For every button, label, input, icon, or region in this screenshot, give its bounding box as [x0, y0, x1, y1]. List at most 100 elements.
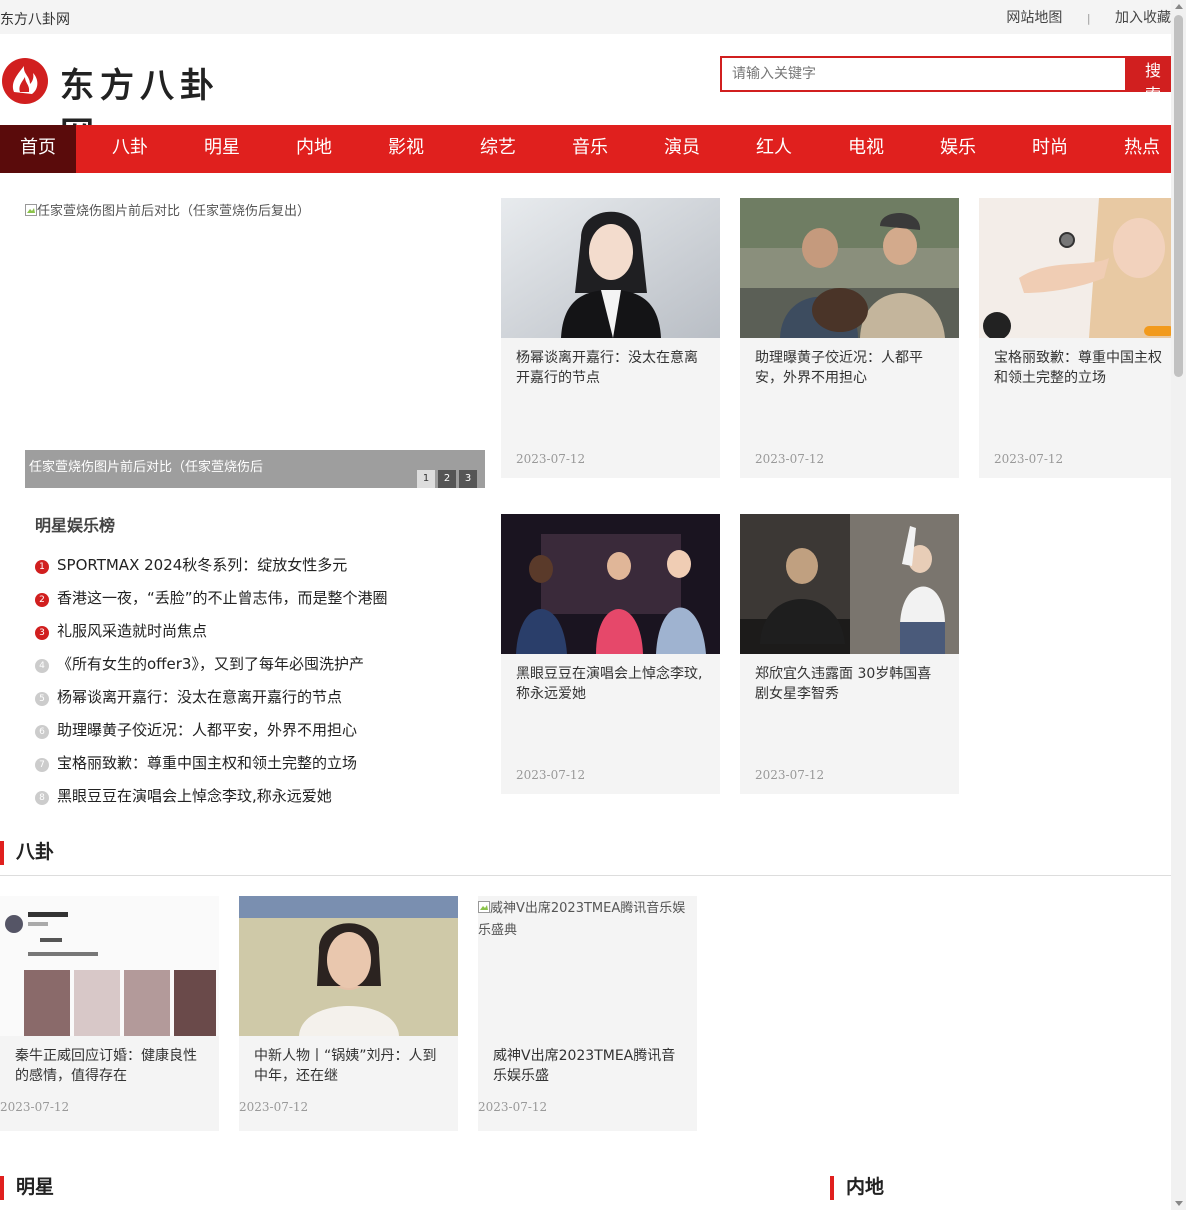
ranking-item-title[interactable]: SPORTMAX 2024秋冬系列：绽放女性多元 — [57, 556, 347, 574]
ranking-item[interactable]: 4 《所有女生的offer3》，又到了每年必囤洗护产 — [35, 653, 490, 686]
ranking-item[interactable]: 7 宝格丽致歉：尊重中国主权和领土完整的立场 — [35, 752, 490, 785]
ranking-item-title[interactable]: 礼服风采造就时尚焦点 — [57, 622, 207, 640]
sitemap-link[interactable]: 网站地图 — [1006, 10, 1062, 26]
search-box: 搜 索 — [720, 56, 1186, 104]
card-title[interactable]: 中新人物丨“锅姨”刘丹：人到中年，还在继 — [254, 1046, 444, 1086]
scroll-down-arrow-icon[interactable] — [1175, 1201, 1183, 1206]
nav-item[interactable]: 娱乐 — [920, 125, 996, 173]
section-title-gossip[interactable]: 八卦 — [0, 841, 54, 865]
card-image — [740, 198, 959, 338]
scroll-up-arrow-icon[interactable] — [1175, 4, 1183, 9]
card-image — [979, 198, 1171, 338]
ranking-item[interactable]: 8 黑眼豆豆在演唱会上悼念李玟,称永远爱她 — [35, 785, 490, 818]
rank-number-badge: 8 — [35, 791, 49, 805]
card-title[interactable]: 秦牛正威回应订婚：健康良性的感情，值得存在 — [15, 1046, 205, 1086]
top-bar: 东方八卦网 网站地图 | 加入收藏 — [0, 0, 1171, 34]
news-card[interactable]: 郑欣宜久违露面 30岁韩国喜剧女星李智秀 2023-07-12 — [740, 514, 959, 794]
nav-item[interactable]: 明星 — [184, 125, 260, 173]
card-title[interactable]: 杨幂谈离开嘉行：没太在意离开嘉行的节点 — [516, 348, 706, 388]
ranking-item[interactable]: 2 香港这一夜，“丢脸”的不止曾志伟，而是整个港圈 — [35, 587, 490, 620]
card-image — [501, 198, 720, 338]
nav-item[interactable]: 红人 — [736, 125, 812, 173]
card-image — [740, 514, 959, 654]
rank-number-badge: 1 — [35, 560, 49, 574]
section-divider — [0, 875, 1171, 876]
broken-image-icon — [25, 204, 37, 216]
card-title[interactable]: 郑欣宜久违露面 30岁韩国喜剧女星李智秀 — [755, 664, 945, 704]
card-date: 2023-07-12 — [516, 452, 586, 466]
slider-page-2[interactable]: 2 — [438, 470, 456, 488]
slider-page-1[interactable]: 1 — [417, 470, 435, 488]
news-card[interactable]: 威神V出席2023TMEA腾讯音乐娱乐盛典 威神V出席2023TMEA腾讯音乐娱… — [478, 896, 697, 1131]
card-image-alt: 威神V出席2023TMEA腾讯音乐娱乐盛典 — [478, 898, 697, 942]
rank-number-badge: 6 — [35, 725, 49, 739]
nav-item[interactable]: 音乐 — [552, 125, 628, 173]
ranking-item-title[interactable]: 杨幂谈离开嘉行：没太在意离开嘉行的节点 — [57, 688, 342, 706]
card-title[interactable]: 黑眼豆豆在演唱会上悼念李玟,称永远爱她 — [516, 664, 706, 704]
card-title[interactable]: 助理曝黄子佼近况：人都平安，外界不用担心 — [755, 348, 945, 388]
news-card[interactable]: 宝格丽致歉：尊重中国主权和领土完整的立场 2023-07-12 — [979, 198, 1171, 478]
nav-item[interactable]: 综艺 — [460, 125, 536, 173]
card-image — [501, 514, 720, 654]
rank-number-badge: 5 — [35, 692, 49, 706]
ranking-item-title[interactable]: 宝格丽致歉：尊重中国主权和领土完整的立场 — [57, 754, 357, 772]
rank-number-badge: 7 — [35, 758, 49, 772]
ranking-item-title[interactable]: 香港这一夜，“丢脸”的不止曾志伟，而是整个港圈 — [57, 589, 388, 607]
page-scrollbar[interactable] — [1171, 0, 1186, 1210]
main-nav: 首页 八卦 明星 内地 影视 综艺 音乐 演员 红人 电视 娱乐 时尚 热点 — [0, 125, 1171, 173]
news-card[interactable]: 中新人物丨“锅姨”刘丹：人到中年，还在继 2023-07-12 — [239, 896, 458, 1131]
header: 东方八卦网 搜 索 — [0, 34, 1186, 155]
section-title-mainland[interactable]: 内地 — [830, 1176, 884, 1200]
site-logo[interactable]: 东方八卦网 — [0, 54, 250, 155]
news-card[interactable]: 杨幂谈离开嘉行：没太在意离开嘉行的节点 2023-07-12 — [501, 198, 720, 478]
ranking-item-title[interactable]: 助理曝黄子佼近况：人都平安，外界不用担心 — [57, 721, 357, 739]
card-date: 2023-07-12 — [994, 452, 1064, 466]
nav-item[interactable]: 演员 — [644, 125, 720, 173]
ranking-title: 明星娱乐榜 — [35, 516, 116, 535]
flame-logo-icon — [2, 58, 48, 104]
news-card[interactable]: 助理曝黄子佼近况：人都平安，外界不用担心 2023-07-12 — [740, 198, 959, 478]
ranking-item[interactable]: 6 助理曝黄子佼近况：人都平安，外界不用担心 — [35, 719, 490, 752]
search-input[interactable] — [720, 56, 1125, 92]
news-card[interactable]: 黑眼豆豆在演唱会上悼念李玟,称永远爱她 2023-07-12 — [501, 514, 720, 794]
card-date: 2023-07-12 — [478, 1100, 548, 1114]
slider-pager: 123 — [414, 466, 477, 488]
card-image — [0, 896, 219, 1036]
card-date: 2023-07-12 — [516, 768, 586, 782]
slider-alt-text: 任家萱烧伤图片前后对比（任家萱烧伤后复出） — [37, 204, 311, 219]
featured-slider[interactable]: 任家萱烧伤图片前后对比（任家萱烧伤后复出） 任家萱烧伤图片前后对比（任家萱烧伤后… — [25, 198, 485, 488]
site-name[interactable]: 东方八卦网 — [0, 9, 70, 29]
ranking-item[interactable]: 1 SPORTMAX 2024秋冬系列：绽放女性多元 — [35, 554, 490, 587]
ranking-item[interactable]: 3 礼服风采造就时尚焦点 — [35, 620, 490, 653]
nav-item[interactable]: 八卦 — [92, 125, 168, 173]
nav-item[interactable]: 内地 — [276, 125, 352, 173]
card-date: 2023-07-12 — [755, 768, 825, 782]
news-card[interactable]: 秦牛正威回应订婚：健康良性的感情，值得存在 2023-07-12 — [0, 896, 219, 1131]
scrollbar-thumb[interactable] — [1174, 15, 1183, 377]
bookmark-link[interactable]: 加入收藏 — [1115, 10, 1171, 26]
slider-caption-bar: 任家萱烧伤图片前后对比（任家萱烧伤后 123 — [25, 450, 485, 488]
ranking-item-title[interactable]: 《所有女生的offer3》，又到了每年必囤洗护产 — [57, 655, 364, 673]
ranking-item[interactable]: 5 杨幂谈离开嘉行：没太在意离开嘉行的节点 — [35, 686, 490, 719]
nav-item[interactable]: 首页 — [0, 125, 76, 173]
card-date: 2023-07-12 — [0, 1100, 70, 1114]
slider-page-3[interactable]: 3 — [459, 470, 477, 488]
top-links: 网站地图 | 加入收藏 — [986, 7, 1171, 27]
broken-image-icon — [478, 901, 490, 913]
ranking-list: 明星娱乐榜 1 SPORTMAX 2024秋冬系列：绽放女性多元 2 香港这一夜，“丢… — [35, 512, 490, 818]
rank-number-badge: 3 — [35, 626, 49, 640]
card-title[interactable]: 威神V出席2023TMEA腾讯音乐娱乐盛 — [493, 1046, 683, 1086]
nav-item[interactable]: 影视 — [368, 125, 444, 173]
nav-item[interactable]: 热点 — [1104, 125, 1171, 173]
nav-item[interactable]: 时尚 — [1012, 125, 1088, 173]
card-image — [239, 896, 458, 1036]
ranking-item-title[interactable]: 黑眼豆豆在演唱会上悼念李玟,称永远爱她 — [57, 787, 332, 805]
card-title[interactable]: 宝格丽致歉：尊重中国主权和领土完整的立场 — [994, 348, 1171, 388]
rank-number-badge: 4 — [35, 659, 49, 673]
section-title-stars[interactable]: 明星 — [0, 1176, 54, 1200]
card-alt-text: 威神V出席2023TMEA腾讯音乐娱乐盛典 — [478, 901, 686, 938]
slider-caption[interactable]: 任家萱烧伤图片前后对比（任家萱烧伤后 — [29, 456, 263, 475]
nav-item[interactable]: 电视 — [828, 125, 904, 173]
top-link-separator: | — [1086, 12, 1091, 25]
slider-image-alt: 任家萱烧伤图片前后对比（任家萱烧伤后复出） — [25, 200, 310, 219]
